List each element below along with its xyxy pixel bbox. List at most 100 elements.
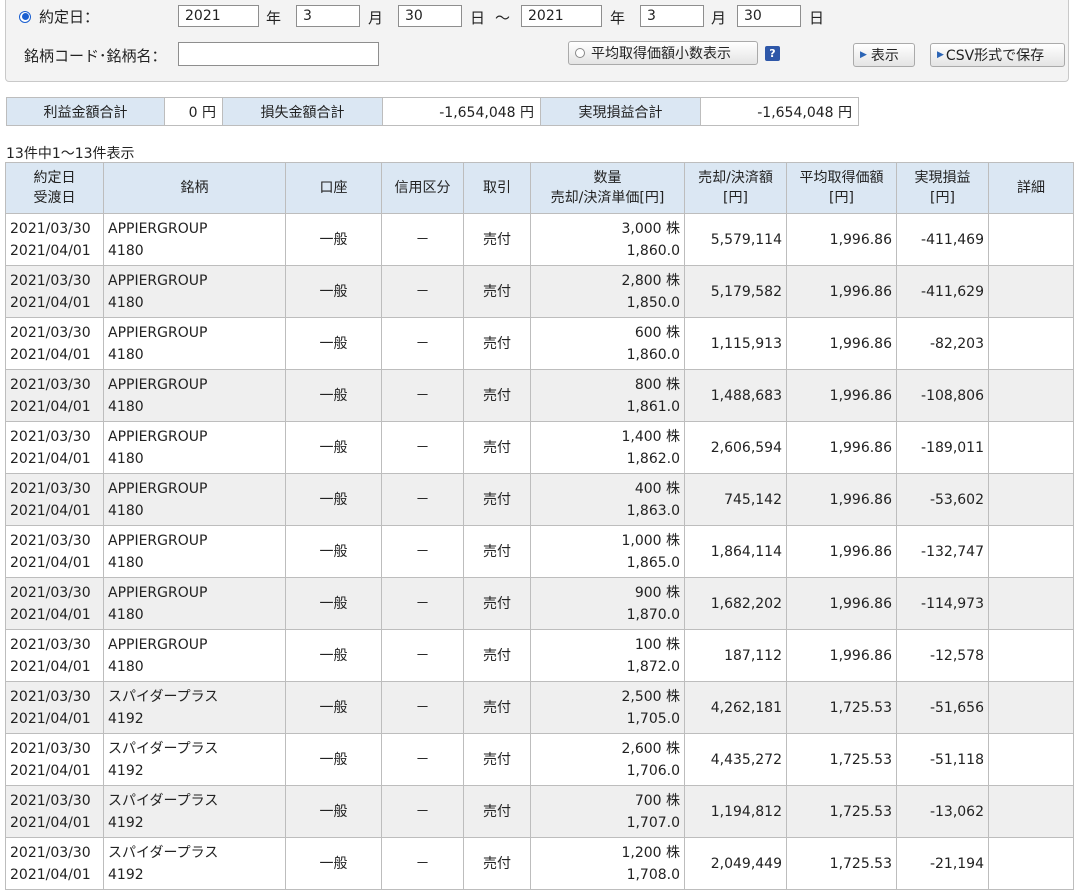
credit-cell: －: [381, 733, 464, 786]
account-cell: 一般: [285, 681, 382, 734]
detail-cell[interactable]: [988, 525, 1074, 578]
from-year-input[interactable]: 2021: [178, 5, 259, 27]
account-cell: 一般: [285, 317, 382, 370]
credit-cell: －: [381, 421, 464, 474]
stock-cell: APPIERGROUP 4180: [103, 213, 286, 266]
to-month-input[interactable]: 3: [640, 5, 704, 27]
results-table: 約定日 受渡日 銘柄 口座 信用区分 取引 数量 売却/決済単価[円] 売却/決済額…: [5, 162, 1074, 890]
amount-cell: 187,112: [684, 629, 787, 682]
trade-settle-dates: 2021/03/30 2021/04/01: [5, 421, 104, 474]
realized-total-value: -1,654,048 円: [700, 97, 859, 126]
date-radio[interactable]: [19, 10, 31, 23]
account-cell: 一般: [285, 213, 382, 266]
stock-name: スパイダープラス: [108, 792, 219, 809]
avg-price-cell: 1,725.53: [786, 733, 897, 786]
stock-code: 4180: [108, 294, 144, 311]
detail-cell[interactable]: [988, 421, 1074, 474]
trade-settle-dates: 2021/03/30 2021/04/01: [5, 525, 104, 578]
credit-cell: －: [381, 577, 464, 630]
avg-decimal-radio[interactable]: [575, 48, 585, 58]
amount-cell: 1,115,913: [684, 317, 787, 370]
stock-cell: スパイダープラス 4192: [103, 785, 286, 838]
quantity-cell: 100 株 1,872.0: [530, 629, 685, 682]
stock-code: 4180: [108, 346, 144, 363]
realized-pl-cell: -411,469: [896, 213, 989, 266]
quantity-cell: 2,600 株 1,706.0: [530, 733, 685, 786]
profit-total-label: 利益金額合計: [6, 97, 165, 126]
detail-cell[interactable]: [988, 681, 1074, 734]
stock-code-input[interactable]: [178, 42, 379, 66]
stock-name: APPIERGROUP: [108, 584, 208, 601]
detail-cell[interactable]: [988, 369, 1074, 422]
avg-price-cell: 1,725.53: [786, 837, 897, 890]
trade-cell: 売付: [463, 317, 531, 370]
stock-code: 4180: [108, 242, 144, 259]
quantity-cell: 2,800 株 1,850.0: [530, 265, 685, 318]
detail-cell[interactable]: [988, 473, 1074, 526]
stock-cell: スパイダープラス 4192: [103, 733, 286, 786]
detail-cell[interactable]: [988, 733, 1074, 786]
avg-price-cell: 1,996.86: [786, 421, 897, 474]
account-cell: 一般: [285, 577, 382, 630]
csv-save-button[interactable]: ▶ CSV形式で保存: [930, 43, 1065, 67]
realized-pl-cell: -132,747: [896, 525, 989, 578]
detail-cell[interactable]: [988, 577, 1074, 630]
header-amount: 売却/決済額 [円]: [684, 162, 787, 214]
amount-cell: 4,435,272: [684, 733, 787, 786]
date-filter-row: 約定日：: [19, 6, 99, 27]
loss-total-value: -1,654,048 円: [382, 97, 541, 126]
detail-cell[interactable]: [988, 629, 1074, 682]
from-day-input[interactable]: 30: [398, 5, 462, 27]
stock-name: APPIERGROUP: [108, 636, 208, 653]
stock-code: 4180: [108, 502, 144, 519]
header-realized-pl: 実現損益 [円]: [896, 162, 989, 214]
to-day-input[interactable]: 30: [737, 5, 801, 27]
show-button[interactable]: ▶ 表示: [853, 43, 915, 67]
quantity-cell: 800 株 1,861.0: [530, 369, 685, 422]
trade-cell: 売付: [463, 681, 531, 734]
header-avg-price: 平均取得価額 [円]: [786, 162, 897, 214]
credit-cell: －: [381, 785, 464, 838]
avg-price-cell: 1,996.86: [786, 317, 897, 370]
header-trade: 取引: [463, 162, 531, 214]
quantity-cell: 400 株 1,863.0: [530, 473, 685, 526]
trade-cell: 売付: [463, 837, 531, 890]
detail-cell[interactable]: [988, 213, 1074, 266]
avg-price-cell: 1,996.86: [786, 525, 897, 578]
detail-cell[interactable]: [988, 265, 1074, 318]
table-row: 2021/03/30 2021/04/01 APPIERGROUP 4180 一般－売付…: [5, 317, 1074, 370]
avg-decimal-toggle-button[interactable]: 平均取得価額小数表示: [568, 41, 758, 65]
quantity-cell: 2,500 株 1,705.0: [530, 681, 685, 734]
realized-pl-cell: -53,602: [896, 473, 989, 526]
help-icon[interactable]: ?: [765, 46, 780, 61]
trade-settle-dates: 2021/03/30 2021/04/01: [5, 473, 104, 526]
account-cell: 一般: [285, 733, 382, 786]
credit-cell: －: [381, 837, 464, 890]
profit-total-value: 0 円: [164, 97, 223, 126]
from-year-unit: 年: [266, 9, 282, 27]
account-cell: 一般: [285, 629, 382, 682]
amount-cell: 1,864,114: [684, 525, 787, 578]
amount-cell: 2,606,594: [684, 421, 787, 474]
detail-cell[interactable]: [988, 837, 1074, 890]
stock-name: APPIERGROUP: [108, 324, 208, 341]
header-dates: 約定日 受渡日: [5, 162, 104, 214]
stock-cell: APPIERGROUP 4180: [103, 577, 286, 630]
quantity-cell: 900 株 1,870.0: [530, 577, 685, 630]
credit-cell: －: [381, 629, 464, 682]
account-cell: 一般: [285, 837, 382, 890]
table-header-row: 約定日 受渡日 銘柄 口座 信用区分 取引 数量 売却/決済単価[円] 売却/決済額…: [5, 162, 1074, 214]
trade-cell: 売付: [463, 265, 531, 318]
table-row: 2021/03/30 2021/04/01 スパイダープラス 4192 一般－売付 2,5…: [5, 681, 1074, 734]
detail-cell[interactable]: [988, 317, 1074, 370]
stock-name: APPIERGROUP: [108, 220, 208, 237]
to-year-input[interactable]: 2021: [521, 5, 602, 27]
header-stock: 銘柄: [103, 162, 286, 214]
stock-code: 4192: [108, 762, 144, 779]
detail-cell[interactable]: [988, 785, 1074, 838]
range-tilde: ～: [495, 9, 511, 27]
credit-cell: －: [381, 265, 464, 318]
amount-cell: 1,488,683: [684, 369, 787, 422]
from-month-input[interactable]: 3: [296, 5, 360, 27]
trade-cell: 売付: [463, 785, 531, 838]
